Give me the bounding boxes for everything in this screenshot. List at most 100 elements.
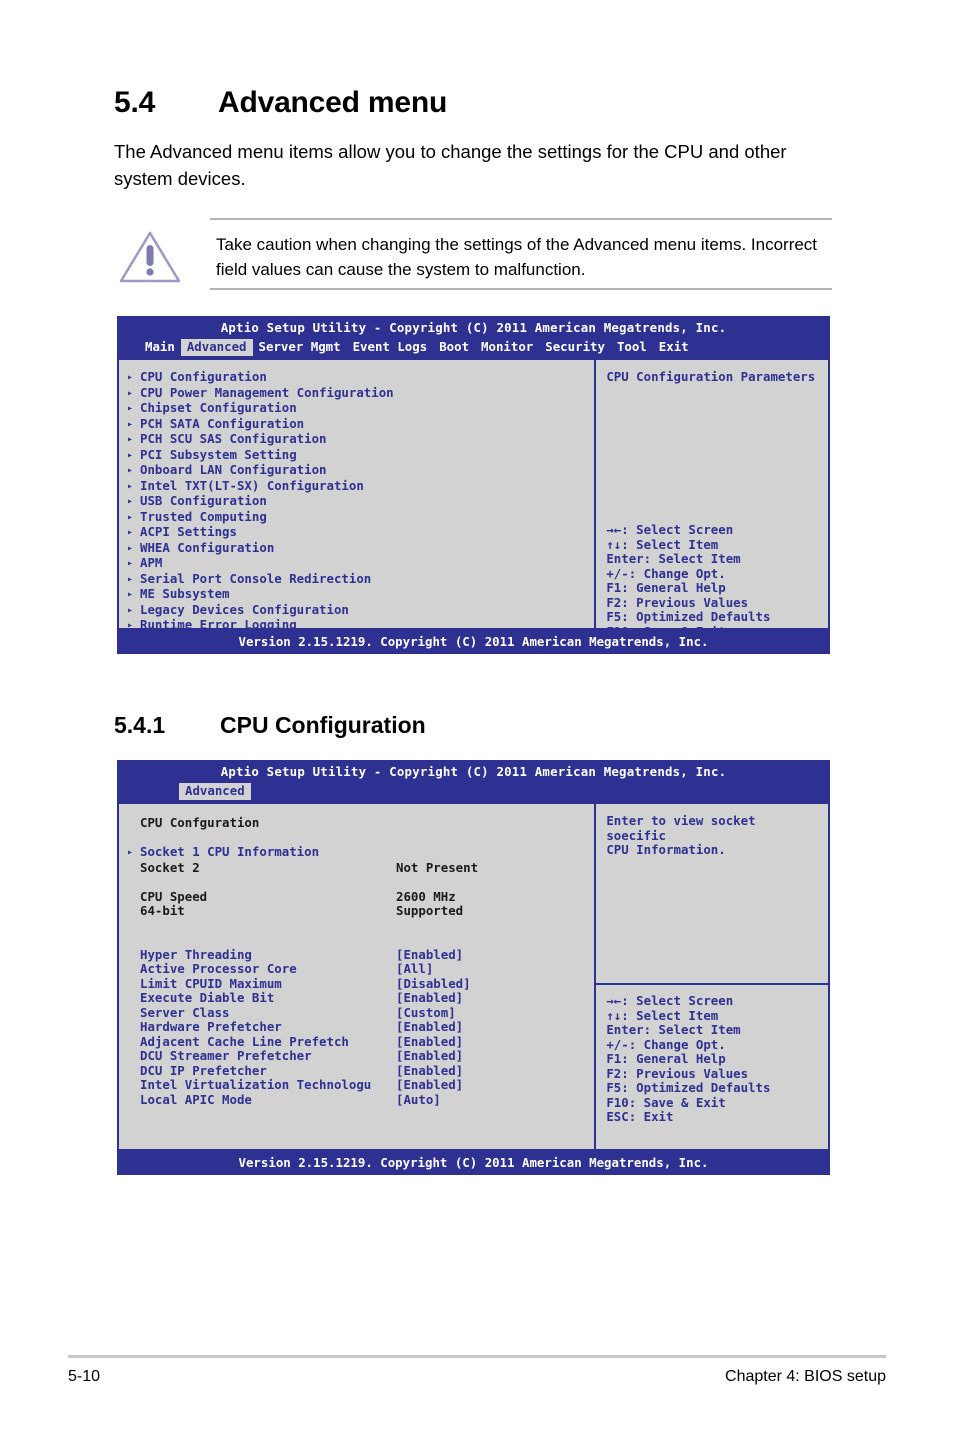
setting-value: [Enabled] <box>396 1048 464 1063</box>
setting-intel-virtualization-technology[interactable]: Intel Virtualization Technologu [Enabled] <box>127 1077 586 1093</box>
submenu-arrow-icon: ▸ <box>127 403 134 414</box>
setting-label: Active Processor Core <box>140 961 297 976</box>
submenu-arrow-icon: ▸ <box>127 465 134 476</box>
menu-item-label: CPU Power Management Configuration <box>140 384 394 400</box>
manual-page: 5.4 Advanced menu The Advanced menu items… <box>0 0 954 1438</box>
menu-item-usb-configuration[interactable]: ▸ USB Configuration <box>127 493 586 510</box>
menu-item-whea-configuration[interactable]: ▸ WHEA Configuration <box>127 539 586 557</box>
setting-limit-cpuid-maximum[interactable]: Limit CPUID Maximum [Disabled] <box>127 976 586 992</box>
submenu-arrow-icon: ▸ <box>127 604 134 616</box>
submenu-arrow-icon: ▸ <box>127 573 134 585</box>
bios-version-bar: Version 2.15.1219. Copyright (C) 2011 Am… <box>117 1149 830 1175</box>
bios-body: ▸ CPU Configuration ▸ CPU Power Management… <box>117 360 830 653</box>
footer-page-number: 5-10 <box>68 1368 101 1385</box>
tab-advanced[interactable]: Advanced <box>180 338 253 356</box>
menu-item-chipset-configuration[interactable]: ▸ Chipset Configuration <box>127 400 586 417</box>
key-f2: F2: Previous Values <box>606 594 749 610</box>
bios-tab-bar[interactable]: Main Advanced Server Mgmt Event Logs Boot Mon… <box>117 338 830 360</box>
menu-item-label: Runtime Error Logging <box>140 617 297 632</box>
tab-server-mgmt[interactable]: Server Mgmt <box>253 339 347 357</box>
tab-tool[interactable]: Tool <box>611 339 653 357</box>
menu-item-socket1-cpu-information[interactable]: ▸ Socket 1 CPU Information <box>127 844 586 861</box>
setting-execute-disable-bit[interactable]: Execute Diable Bit [Enabled] <box>127 990 586 1006</box>
bios-screen-cpu-configuration: Aptio Setup Utility - Copyright (C) 2011… <box>117 760 830 1175</box>
setting-local-apic-mode[interactable]: Local APIC Mode [Auto] <box>127 1092 586 1108</box>
bios-help-pane: Enter to view socket soecific CPU Inform… <box>594 804 828 1149</box>
menu-item-label: Socket 1 CPU Information <box>140 844 320 859</box>
bios-screen-advanced: Aptio Setup Utility - Copyright (C) 2011… <box>117 316 830 654</box>
bios-title: Aptio Setup Utility - Copyright (C) 2011… <box>117 760 830 783</box>
menu-item-runtime-error-logging[interactable]: ▸ Runtime Error Logging <box>127 617 586 634</box>
menu-item-label: APM <box>140 555 163 570</box>
setting-value: [All] <box>396 961 434 976</box>
tab-monitor[interactable]: Monitor <box>475 339 539 357</box>
menu-item-label: PCI Subsystem Setting <box>140 446 297 462</box>
key-select-item: ↑↓: Select Item <box>606 536 719 552</box>
menu-item-apm[interactable]: ▸ APM <box>127 555 586 572</box>
setting-dcu-ip-prefetcher[interactable]: DCU IP Prefetcher [Enabled] <box>127 1062 586 1079</box>
menu-item-label: PCH SCU SAS Configuration <box>140 431 327 446</box>
menu-item-cpu-configuration[interactable]: ▸ CPU Configuration <box>127 369 586 386</box>
menu-item-me-subsystem[interactable]: ▸ ME Subsystem <box>127 586 586 603</box>
menu-item-label: Legacy Devices Configuration <box>140 601 349 617</box>
menu-item-cpu-power-management[interactable]: ▸ CPU Power Management Configuration <box>127 384 586 402</box>
setting-hyper-threading[interactable]: Hyper Threading [Enabled] <box>127 946 586 963</box>
tab-main[interactable]: Main <box>139 339 181 357</box>
intro-paragraph: The Advanced menu items allow you to cha… <box>114 141 787 189</box>
menu-item-pch-sata-configuration[interactable]: ▸ PCH SATA Configuration <box>127 415 586 433</box>
key-f1: F1: General Help <box>606 1051 726 1066</box>
setting-value: [Enabled] <box>396 946 464 962</box>
menu-item-onboard-lan-configuration[interactable]: ▸ Onboard LAN Configuration <box>127 462 586 479</box>
setting-active-processor-core[interactable]: Active Processor Core [All] <box>127 961 586 977</box>
setting-label: Hyper Threading <box>140 946 252 962</box>
key-enter: Enter: Select Item <box>606 1022 741 1037</box>
tab-exit[interactable]: Exit <box>653 339 695 357</box>
menu-item-pch-scu-sas-configuration[interactable]: ▸ PCH SCU SAS Configuration <box>127 431 586 448</box>
key-change-opt: +/-: Change Opt. <box>606 565 726 581</box>
menu-item-trusted-computing[interactable]: ▸ Trusted Computing <box>127 509 586 526</box>
menu-item-label: CPU Configuration <box>140 369 267 384</box>
setting-dcu-streamer-prefetcher[interactable]: DCU Streamer Prefetcher [Enabled] <box>127 1048 586 1064</box>
help-description-line: CPU Configuration Parameters <box>606 369 816 384</box>
tab-security[interactable]: Security <box>539 339 611 357</box>
submenu-arrow-icon: ▸ <box>127 558 134 569</box>
submenu-arrow-icon: ▸ <box>127 589 134 600</box>
setting-value: [Enabled] <box>396 1077 464 1092</box>
setting-server-class[interactable]: Server Class [Custom] <box>127 1004 586 1021</box>
menu-item-label: WHEA Configuration <box>140 539 275 555</box>
page-title: 5.4 Advanced menu <box>114 86 447 120</box>
menu-item-acpi-settings[interactable]: ▸ ACPI Settings <box>127 524 586 541</box>
setting-adjacent-cache-line-prefetch[interactable]: Adjacent Cache Line Prefetch [Enabled] <box>127 1034 586 1050</box>
submenu-arrow-icon: ▸ <box>127 511 134 523</box>
tab-event-logs[interactable]: Event Logs <box>347 339 434 357</box>
setting-value: [Custom] <box>396 1004 456 1020</box>
help-description: Enter to view socket soecific CPU Inform… <box>596 804 828 983</box>
setting-label: Execute Diable Bit <box>140 990 275 1005</box>
menu-item-intel-txt-configuration[interactable]: ▸ Intel TXT(LT-SX) Configuration <box>127 478 586 495</box>
menu-item-pci-subsystem-setting[interactable]: ▸ PCI Subsystem Setting <box>127 446 586 464</box>
setting-value: [Enabled] <box>396 1019 464 1034</box>
row-label: CPU Speed <box>140 888 208 904</box>
section-title: Advanced menu <box>218 86 448 119</box>
setting-hardware-prefetcher[interactable]: Hardware Prefetcher [Enabled] <box>127 1019 586 1035</box>
menu-item-serial-port-console-redirection[interactable]: ▸ Serial Port Console Redirection <box>127 571 586 588</box>
tab-boot[interactable]: Boot <box>433 339 475 357</box>
setting-label: DCU Streamer Prefetcher <box>140 1048 312 1063</box>
submenu-arrow-icon: ▸ <box>127 542 134 554</box>
menu-item-legacy-devices-configuration[interactable]: ▸ Legacy Devices Configuration <box>127 601 586 619</box>
footer-chapter-label: Chapter 4: BIOS setup <box>725 1368 886 1385</box>
note-divider-top <box>210 218 832 220</box>
tab-advanced[interactable]: Advanced <box>179 782 251 800</box>
setting-label: Server Class <box>140 1004 230 1020</box>
warning-triangle-icon <box>118 229 182 285</box>
key-f1: F1: General Help <box>606 580 726 595</box>
setting-label: DCU IP Prefetcher <box>140 1062 267 1078</box>
menu-item-label: PCH SATA Configuration <box>140 415 305 431</box>
bios-menu-list: ▸ CPU Configuration ▸ CPU Power Management… <box>119 360 594 632</box>
subsection-title: 5.4.1 CPU Configuration <box>114 712 426 739</box>
help-description-line: Enter to view socket soecific <box>606 813 756 843</box>
caution-note: Take caution when changing the settings … <box>114 218 832 290</box>
subsection-title-text: CPU Configuration <box>220 712 426 738</box>
bios-tab-bar[interactable]: Advanced <box>117 782 830 804</box>
row-value: Not Present <box>396 859 479 875</box>
